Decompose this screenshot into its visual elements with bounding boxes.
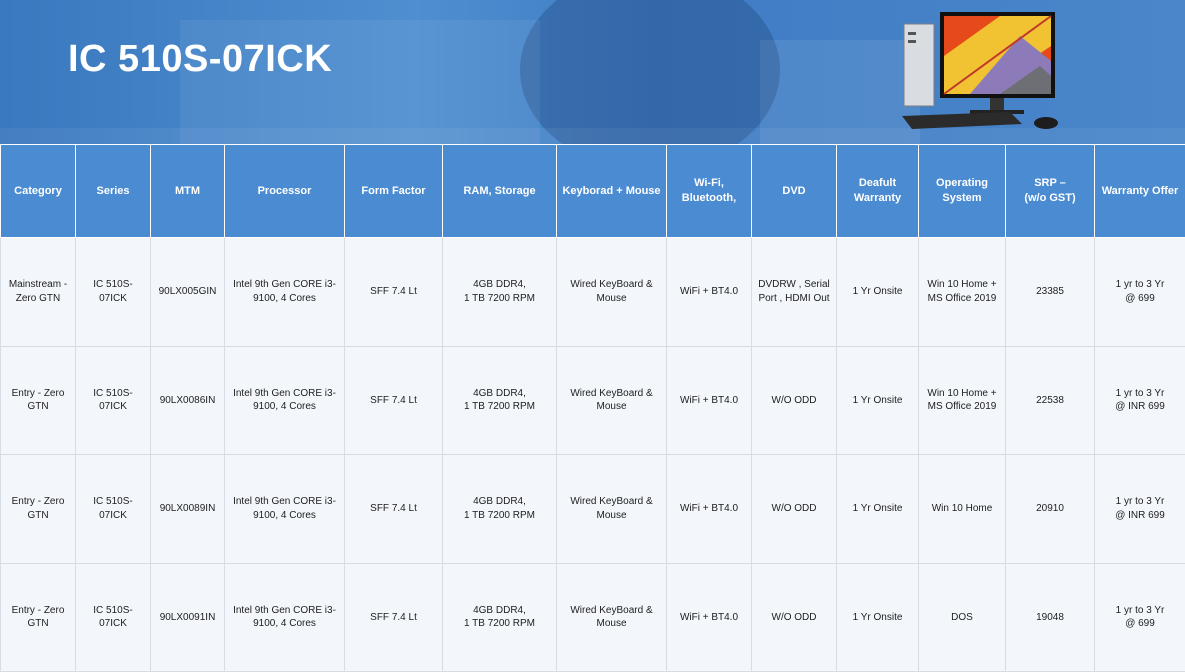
table-row: Entry - Zero GTN IC 510S-07ICK 90LX0086I…	[0, 345, 1185, 455]
cell-default-warranty: 1 Yr Onsite	[836, 237, 919, 347]
column-header-dvd: DVD	[751, 144, 837, 238]
cell-operating-system: DOS	[918, 562, 1006, 672]
cell-dvd: DVDRW , Serial Port , HDMI Out	[751, 237, 837, 347]
cell-wifi-bluetooth: WiFi + BT4.0	[666, 345, 752, 455]
cell-form-factor: SFF 7.4 Lt	[344, 454, 443, 564]
cell-warranty-offer: 1 yr to 3 Yr @ 699	[1094, 237, 1185, 347]
column-header-form-factor: Form Factor	[344, 144, 443, 238]
cell-series: IC 510S-07ICK	[75, 237, 151, 347]
spec-table: Category Series MTM Processor Form Facto…	[0, 144, 1185, 672]
table-header-row: Category Series MTM Processor Form Facto…	[0, 144, 1185, 238]
cell-dvd: W/O ODD	[751, 562, 837, 672]
cell-form-factor: SFF 7.4 Lt	[344, 237, 443, 347]
cell-ram-storage: 4GB DDR4, 1 TB 7200 RPM	[442, 562, 557, 672]
column-header-operating-system: Operating System	[918, 144, 1006, 238]
cell-warranty-offer: 1 yr to 3 Yr @ INR 699	[1094, 345, 1185, 455]
cell-mtm: 90LX005GIN	[150, 237, 225, 347]
desktop-pc-icon	[902, 12, 1058, 129]
cell-wifi-bluetooth: WiFi + BT4.0	[666, 237, 752, 347]
background-silhouette	[520, 0, 780, 144]
cell-category: Entry - Zero GTN	[0, 345, 76, 455]
cell-wifi-bluetooth: WiFi + BT4.0	[666, 562, 752, 672]
cell-srp: 23385	[1005, 237, 1095, 347]
cell-warranty-offer: 1 yr to 3 Yr @ INR 699	[1094, 454, 1185, 564]
table-row: Entry - Zero GTN IC 510S-07ICK 90LX0091I…	[0, 562, 1185, 672]
cell-operating-system: Win 10 Home	[918, 454, 1006, 564]
header-banner: IC 510S-07ICK	[0, 0, 1185, 144]
cell-wifi-bluetooth: WiFi + BT4.0	[666, 454, 752, 564]
cell-processor: Intel 9th Gen CORE i3- 9100, 4 Cores	[224, 345, 345, 455]
column-header-keyboard-mouse: Keyborad + Mouse	[556, 144, 667, 238]
column-header-mtm: MTM	[150, 144, 225, 238]
cell-processor: Intel 9th Gen CORE i3- 9100, 4 Cores	[224, 454, 345, 564]
cell-mtm: 90LX0091IN	[150, 562, 225, 672]
cell-keyboard-mouse: Wired KeyBoard & Mouse	[556, 345, 667, 455]
cell-form-factor: SFF 7.4 Lt	[344, 562, 443, 672]
column-header-processor: Processor	[224, 144, 345, 238]
column-header-srp: SRP – (w/o GST)	[1005, 144, 1095, 238]
column-header-series: Series	[75, 144, 151, 238]
cell-ram-storage: 4GB DDR4, 1 TB 7200 RPM	[442, 237, 557, 347]
cell-series: IC 510S-07ICK	[75, 454, 151, 564]
cell-operating-system: Win 10 Home + MS Office 2019	[918, 345, 1006, 455]
cell-series: IC 510S-07ICK	[75, 562, 151, 672]
cell-warranty-offer: 1 yr to 3 Yr @ 699	[1094, 562, 1185, 672]
column-header-wifi-bluetooth: Wi-Fi, Bluetooth,	[666, 144, 752, 238]
cell-default-warranty: 1 Yr Onsite	[836, 345, 919, 455]
page-title: IC 510S-07ICK	[68, 38, 333, 80]
column-header-category: Category	[0, 144, 76, 238]
cell-operating-system: Win 10 Home + MS Office 2019	[918, 237, 1006, 347]
table-row: Entry - Zero GTN IC 510S-07ICK 90LX0089I…	[0, 454, 1185, 564]
cell-mtm: 90LX0089IN	[150, 454, 225, 564]
cell-category: Entry - Zero GTN	[0, 562, 76, 672]
table-row: Mainstream - Zero GTN IC 510S-07ICK 90LX…	[0, 237, 1185, 347]
cell-keyboard-mouse: Wired KeyBoard & Mouse	[556, 237, 667, 347]
cell-keyboard-mouse: Wired KeyBoard & Mouse	[556, 562, 667, 672]
cell-default-warranty: 1 Yr Onsite	[836, 454, 919, 564]
cell-ram-storage: 4GB DDR4, 1 TB 7200 RPM	[442, 345, 557, 455]
cell-processor: Intel 9th Gen CORE i3- 9100, 4 Cores	[224, 237, 345, 347]
cell-form-factor: SFF 7.4 Lt	[344, 345, 443, 455]
cell-default-warranty: 1 Yr Onsite	[836, 562, 919, 672]
cell-mtm: 90LX0086IN	[150, 345, 225, 455]
cell-srp: 22538	[1005, 345, 1095, 455]
cell-dvd: W/O ODD	[751, 345, 837, 455]
cell-srp: 19048	[1005, 562, 1095, 672]
cell-category: Mainstream - Zero GTN	[0, 237, 76, 347]
cell-ram-storage: 4GB DDR4, 1 TB 7200 RPM	[442, 454, 557, 564]
cell-series: IC 510S-07ICK	[75, 345, 151, 455]
column-header-ram-storage: RAM, Storage	[442, 144, 557, 238]
cell-srp: 20910	[1005, 454, 1095, 564]
cell-dvd: W/O ODD	[751, 454, 837, 564]
cell-processor: Intel 9th Gen CORE i3- 9100, 4 Cores	[224, 562, 345, 672]
cell-keyboard-mouse: Wired KeyBoard & Mouse	[556, 454, 667, 564]
cell-category: Entry - Zero GTN	[0, 454, 76, 564]
column-header-warranty-offer: Warranty Offer	[1094, 144, 1185, 238]
column-header-default-warranty: Deafult Warranty	[836, 144, 919, 238]
